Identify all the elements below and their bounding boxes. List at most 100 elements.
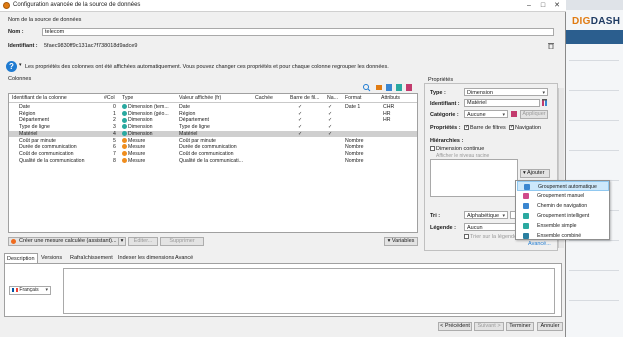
cancel-button[interactable]: Annuler — [537, 322, 563, 331]
tab-versions[interactable]: Versions — [39, 253, 64, 263]
create-measure-button[interactable]: Créer une mesure calculée (assistant)... — [8, 237, 122, 246]
background-divider — [569, 60, 619, 61]
identifier-value: 5faec9830ff9c131ac7f738018d9adce9 — [44, 43, 138, 49]
background-divider — [569, 150, 619, 151]
previous-button[interactable]: < Précédent — [438, 322, 472, 331]
legend-label: Légende : — [430, 225, 456, 231]
language-select[interactable]: Français ▾ — [9, 286, 51, 295]
variables-button[interactable]: ▾ Variables — [384, 237, 418, 246]
delete-button[interactable]: Supprimer — [160, 237, 204, 246]
cell-format: Nombre — [345, 150, 364, 157]
identifier-prop-label: Identifiant : — [430, 101, 460, 107]
continuous-checkbox[interactable]: Dimension continue — [430, 146, 484, 152]
menu-item-manual-group[interactable]: Groupement manuel — [517, 191, 609, 201]
type-label: Type : — [430, 90, 446, 96]
help-icon[interactable]: ? — [6, 61, 17, 72]
menu-item-auto-group[interactable]: Groupement automatique — [517, 181, 609, 191]
table-row[interactable]: Département 2 Dimension Département ✓ ✓ HR — [9, 117, 417, 124]
header-col[interactable]: #Col — [104, 95, 115, 101]
advanced-link[interactable]: Avancé... — [528, 241, 551, 247]
category-select[interactable]: Aucune ▾ — [464, 110, 508, 118]
name-input[interactable]: telecom — [42, 28, 554, 36]
tab-advanced[interactable]: Avancé — [173, 253, 195, 263]
cell-col: 3 — [113, 124, 116, 131]
minimize-button[interactable]: – — [522, 1, 536, 11]
cell-col: 7 — [113, 150, 116, 157]
maximize-button[interactable]: □ — [536, 1, 550, 11]
chevron-down-icon: ▾ — [45, 287, 48, 293]
info-text: Les propriétés des colonnes ont été affi… — [25, 64, 389, 70]
cell-type: Dimension — [122, 131, 177, 138]
tab-index-dimensions[interactable]: Indexer les dimensions — [116, 253, 176, 263]
header-hidden[interactable]: Cachée — [255, 95, 273, 101]
table-row[interactable]: Coût de communication 7 Mesure Coût de comm… — [9, 151, 417, 158]
nav-path-icon — [523, 203, 529, 209]
cell-filter: ✓ — [298, 124, 303, 131]
type-select[interactable]: Dimension ▾ — [464, 88, 548, 96]
table-row[interactable]: Qualité de la communication 8 Mesure Qualit… — [9, 158, 417, 165]
apply-button[interactable]: Appliquer — [520, 110, 548, 119]
next-button[interactable]: Suivant > — [474, 322, 504, 331]
columns-title: Colonnes — [8, 76, 32, 82]
trash-icon[interactable] — [548, 42, 554, 50]
description-textarea[interactable] — [63, 268, 555, 314]
header-format[interactable]: Format — [345, 95, 361, 101]
cell-id: Durée de communication — [19, 144, 77, 151]
france-flag-icon — [12, 287, 18, 292]
cell-col: 1 — [113, 110, 116, 117]
menu-item-label: Groupement automatique — [538, 184, 597, 190]
sort-select[interactable]: Alphabétique ▾ — [464, 211, 508, 219]
menu-item-combined-set[interactable]: Ensemble combiné — [517, 231, 609, 241]
cell-nav: ✓ — [328, 110, 333, 117]
cell-value: Matériel — [179, 130, 198, 137]
cell-format: Date 1 — [345, 104, 361, 110]
identifier-prop-input[interactable]: Matériel — [464, 99, 540, 107]
table-row[interactable]: Matériel 4 Dimension Matériel ✓ ✓ — [9, 130, 417, 138]
smart-group-icon — [523, 213, 529, 219]
menu-item-label: Chemin de navigation — [537, 203, 588, 209]
table-row[interactable]: Région 1 Dimension (géo... Région ✓ ✓ HR — [9, 111, 417, 118]
filter-bar-checkbox[interactable]: ✓Barre de filtres — [464, 125, 506, 131]
table-row[interactable]: Type de ligne 3 Dimension Type de ligne ✓ ✓ — [9, 124, 417, 131]
cell-id: Qualité de la communication — [19, 157, 85, 164]
header-type[interactable]: Type — [122, 95, 133, 101]
cell-type: Mesure — [122, 138, 177, 145]
header-filter-bar[interactable]: Barre de fil... — [290, 95, 319, 101]
table-toolbar — [362, 83, 418, 92]
cell-attr: CHR — [383, 104, 395, 110]
table-row[interactable]: Date 0 Dimension (tem... Date ✓ ✓ Date 1 CHR — [9, 104, 417, 111]
header-displayed-value[interactable]: Valeur affichée (fr) — [179, 95, 221, 101]
background-nav-bar — [565, 30, 623, 44]
table-row[interactable]: Coût par minute 5 Mesure Coût par minute Nom… — [9, 138, 417, 145]
navigation-checkbox[interactable]: ✓Navigation — [509, 125, 541, 131]
table-header: Identifiant de la colonne #Col Type Vale… — [9, 94, 417, 103]
calc-measure-icon — [11, 239, 16, 244]
background-divider — [569, 270, 619, 271]
menu-item-smart-group[interactable]: Groupement intelligent — [517, 211, 609, 221]
tab-description[interactable]: Description — [4, 253, 38, 263]
cell-attr: HR — [383, 117, 391, 124]
add-hierarchy-button[interactable]: ▾ Ajouter — [520, 169, 550, 178]
menu-item-label: Ensemble combiné — [537, 233, 582, 239]
cell-id: Coût de communication — [19, 150, 74, 157]
edit-button[interactable]: Éditer... — [128, 237, 158, 246]
close-button[interactable]: ✕ — [550, 1, 564, 11]
dropdown-caret-icon[interactable]: ▾ — [19, 62, 22, 68]
legend-sort-checkbox[interactable]: Trier sur la légende — [464, 234, 517, 240]
header-navigation[interactable]: Na... — [327, 95, 338, 101]
background-divider — [569, 90, 619, 91]
rename-icon[interactable] — [542, 99, 548, 106]
table-row[interactable]: Durée de communication 6 Mesure Durée de co… — [9, 144, 417, 151]
hierarchies-list[interactable] — [430, 159, 518, 197]
finish-button[interactable]: Terminer — [506, 322, 534, 331]
menu-item-label: Ensemble simple — [537, 223, 577, 229]
tab-refresh[interactable]: Rafraîchissement — [68, 253, 115, 263]
header-id[interactable]: Identifiant de la colonne — [12, 95, 67, 101]
cell-filter: ✓ — [298, 110, 303, 117]
background-divider — [569, 300, 619, 301]
create-measure-dropdown[interactable]: ▾ — [118, 237, 126, 246]
menu-item-nav-path[interactable]: Chemin de navigation — [517, 201, 609, 211]
menu-item-simple-set[interactable]: Ensemble simple — [517, 221, 609, 231]
category-icon[interactable] — [511, 111, 517, 117]
header-attributes[interactable]: Attributs — [381, 95, 400, 101]
